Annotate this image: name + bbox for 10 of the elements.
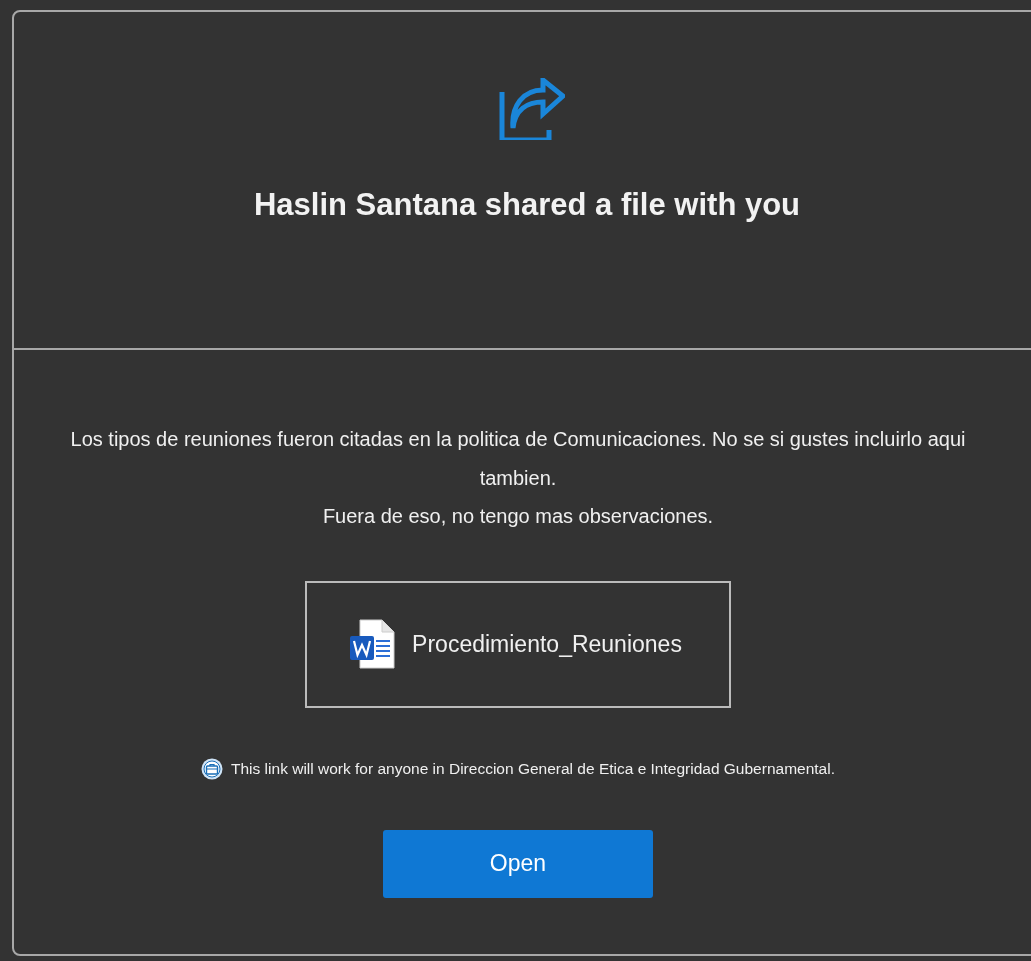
message-text: Fuera de eso, no tengo mas observaciones. [321, 504, 715, 529]
share-title: Haslin Santana shared a file with you [252, 186, 802, 224]
link-notice: This link will work for anyone in Direccion General de Etica e Integridad Gubernamental. [231, 759, 835, 778]
file-attachment[interactable]: Procedimiento_Reuniones [305, 580, 731, 708]
open-button[interactable]: Open [383, 829, 653, 898]
share-icon [499, 78, 565, 140]
briefcase-icon [201, 757, 224, 780]
file-name: Procedimiento_Reuniones [412, 630, 682, 658]
word-document-icon [350, 618, 397, 670]
message-text: Los tipos de reuniones fueron citadas en la politica de Comunicaciones. No se si gustes incluirlo aqui tambien. [69, 427, 967, 491]
